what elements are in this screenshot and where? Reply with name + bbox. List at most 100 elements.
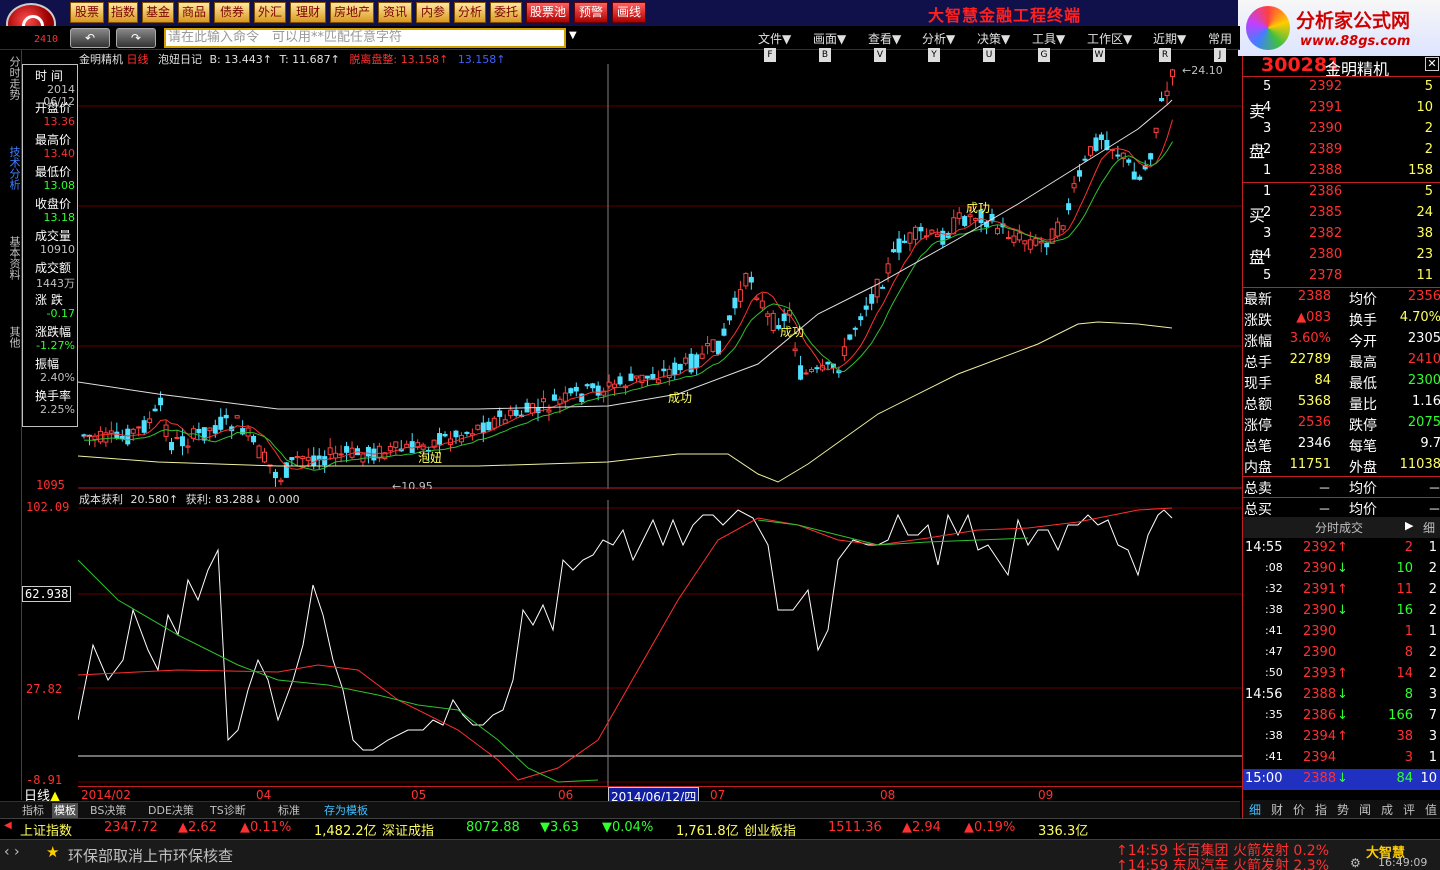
top-menu-14[interactable]: 画线 (612, 2, 646, 23)
command-dropdown-icon[interactable]: ▼ (569, 30, 577, 41)
left-tab-0[interactable]: 分时走势 (4, 56, 21, 100)
top-menu-0[interactable]: 股票 (70, 2, 104, 23)
right-tab-0[interactable]: 细 (1249, 801, 1261, 818)
right-tab-6[interactable]: 成 (1381, 801, 1393, 818)
candle-body (1066, 203, 1072, 211)
bottom-tab-strip: 指标 模板 BS决策 DDE决策 TS诊断 标准 存为模板 (0, 801, 1240, 818)
news-headline[interactable]: 环保部取消上市环保核查 (68, 845, 233, 866)
menu-6[interactable]: 工作区▼ (1087, 30, 1132, 47)
left-tab-1[interactable]: 技术分析 (4, 146, 21, 190)
forward-button[interactable]: ↷ (116, 28, 156, 48)
buy-row[interactable]: 5 2378 11 (1243, 266, 1440, 287)
star-icon[interactable]: ★ (46, 843, 59, 861)
cost-green-line-2 (757, 519, 1029, 546)
time-label-1: 04 (256, 788, 272, 802)
sell-row[interactable]: 5 2392 5 (1243, 77, 1440, 98)
ticks-expand-icon[interactable]: ▶ (1405, 519, 1413, 532)
left-tab-2[interactable]: 基本资料 (4, 236, 21, 280)
top-menu-10[interactable]: 分析 (454, 2, 486, 23)
brand-url: www.88gs.com (1300, 34, 1411, 49)
buy-row[interactable]: 2 2385 24 (1243, 203, 1440, 224)
sell-row[interactable]: 2 2389 2 (1243, 140, 1440, 161)
top-menu-4[interactable]: 债券 (214, 2, 250, 23)
candle-body (256, 445, 262, 459)
tick-time: :08 (1265, 561, 1283, 574)
candle-body (376, 445, 382, 459)
top-menu-12[interactable]: 股票池 (526, 2, 570, 23)
candle-body (480, 422, 486, 434)
candle-body (1131, 171, 1137, 180)
settings-gear-icon[interactable]: ⚙ (1350, 856, 1361, 870)
quote-label-a: 现手 (1244, 376, 1272, 392)
tick-price: 2386 (1303, 708, 1337, 723)
candle-body (1082, 158, 1088, 161)
candle-body (825, 361, 831, 365)
menu-7[interactable]: 近期▼ (1153, 30, 1186, 47)
top-menu-5[interactable]: 外汇 (254, 2, 286, 23)
bottom-tab-4[interactable]: TS诊断 (210, 803, 246, 818)
menu-0[interactable]: 文件▼ (758, 30, 791, 47)
command-input[interactable]: 请在此输入命令 可以用**匹配任意字符 (164, 28, 566, 48)
bottom-tab-6[interactable]: 存为模板 (324, 803, 368, 818)
top-menu-9[interactable]: 内参 (416, 2, 450, 23)
bottom-tab-1[interactable]: 模板 (52, 803, 78, 818)
app-title: 大智慧金融工程终端 (928, 6, 1082, 25)
top-menu-3[interactable]: 商品 (178, 2, 210, 23)
sell-row[interactable]: 1 2388 158 (1243, 161, 1440, 182)
close-icon[interactable]: ✕ (1425, 57, 1439, 71)
candle-body (633, 375, 639, 379)
news-arrows-icon[interactable]: ‹ › (4, 844, 20, 860)
menu-2[interactable]: 查看▼ (868, 30, 901, 47)
ticker-name-2[interactable]: 创业板指 (744, 820, 796, 839)
right-tab-4[interactable]: 势 (1337, 801, 1349, 818)
buy-row[interactable]: 4 2380 23 (1243, 245, 1440, 266)
quote-label-a: 涨跌 (1244, 313, 1272, 329)
left-tab-3[interactable]: 其他 (4, 326, 21, 348)
back-button[interactable]: ↶ (70, 28, 110, 48)
bottom-tab-5[interactable]: 标准 (278, 803, 300, 818)
ticker-name-1[interactable]: 深证成指 (382, 820, 434, 839)
menu-4[interactable]: 决策▼ (977, 30, 1010, 47)
top-menu-2[interactable]: 基金 (142, 2, 174, 23)
alert-line-2[interactable]: ↑14:59 东风汽车 火箭发射 2.3% (1116, 855, 1329, 870)
sell-row[interactable]: 3 2390 2 (1243, 119, 1440, 140)
top-menu-7[interactable]: 房地产 (330, 2, 374, 23)
menu-8[interactable]: 常用 (1208, 30, 1232, 47)
quote-value-a: 11751 (1289, 457, 1331, 472)
sell-volume: 10 (1416, 100, 1433, 115)
indicator-chart[interactable] (78, 500, 1242, 786)
bottom-tab-3[interactable]: DDE决策 (148, 803, 194, 818)
bottom-tab-2[interactable]: BS决策 (90, 803, 126, 818)
candlestick-chart[interactable]: 成功成功成功泡妞←24.10←10.95 (78, 64, 1242, 489)
candle-body (311, 455, 317, 466)
quote-panel: 300281 金明精机 ✕ 5 2392 5 4 2391 10 3 2390 2 2 2389 2 1… (1242, 54, 1440, 818)
sell-row[interactable]: 4 2391 10 (1243, 98, 1440, 119)
quote-value-b: 2300 (1407, 373, 1440, 388)
right-tab-7[interactable]: 评 (1403, 801, 1415, 818)
right-tab-1[interactable]: 财 (1271, 801, 1283, 818)
ticker-name-0[interactable]: 上证指数 (20, 820, 72, 839)
ticks-more[interactable]: 细 (1423, 519, 1435, 536)
menu-1[interactable]: 画面▼ (813, 30, 846, 47)
candle-body (754, 297, 760, 300)
top-menu-8[interactable]: 资讯 (378, 2, 412, 23)
top-menu-13[interactable]: 预警 (574, 2, 608, 23)
candle-body (163, 424, 169, 437)
top-menu-1[interactable]: 指数 (108, 2, 138, 23)
bottom-tab-0[interactable]: 指标 (22, 803, 44, 818)
menu-5[interactable]: 工具▼ (1032, 30, 1065, 47)
buy-row[interactable]: 1 2386 5 (1243, 182, 1440, 203)
menu-3[interactable]: 分析▼ (922, 30, 955, 47)
top-menu-11[interactable]: 委托 (490, 2, 522, 23)
right-tab-5[interactable]: 闻 (1359, 801, 1371, 818)
candle-body (951, 217, 957, 235)
top-menu-6[interactable]: 理财 (290, 2, 326, 23)
right-tab-2[interactable]: 价 (1293, 801, 1305, 818)
candle-body (918, 226, 924, 232)
right-tab-3[interactable]: 指 (1315, 801, 1327, 818)
buy-row[interactable]: 3 2382 38 (1243, 224, 1440, 245)
tick-count: 3 (1428, 687, 1437, 702)
candle-body (158, 397, 164, 406)
menu-key-7: R (1159, 48, 1171, 62)
right-tab-8[interactable]: 值 (1425, 801, 1437, 818)
